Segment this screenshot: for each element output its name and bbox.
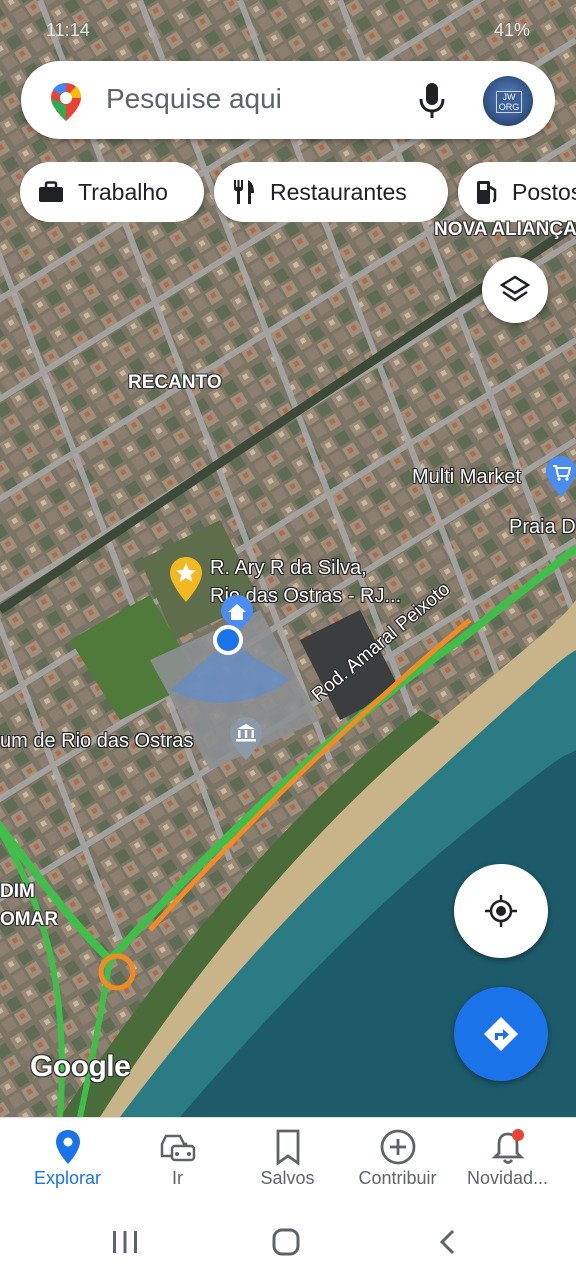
- starred-place-marker-icon[interactable]: [168, 556, 204, 604]
- bell-icon: [491, 1129, 524, 1164]
- my-location-button[interactable]: [454, 864, 548, 958]
- chip-label: Postos: [512, 178, 576, 205]
- chip-label: Trabalho: [78, 178, 168, 205]
- neighborhood-label: NOVA ALIANÇA: [434, 219, 576, 240]
- fork-knife-icon: [234, 180, 254, 204]
- home-icon[interactable]: [271, 1227, 301, 1257]
- neighborhood-label: OMAR: [0, 909, 59, 930]
- chip-label: Restaurantes: [270, 178, 407, 205]
- search-bar[interactable]: Pesquise aqui JW ORG: [21, 61, 555, 139]
- bottom-navigation: Explorar Ir Salvos Contribuir Novidad...: [0, 1117, 576, 1210]
- map-view[interactable]: 11:14 41% Pesquise aqui JWORG Trabalho: [0, 0, 576, 1117]
- tab-contribuir[interactable]: Contribuir: [340, 1118, 455, 1210]
- system-navigation-bar: [0, 1209, 576, 1280]
- google-maps-pin-icon: [51, 83, 81, 121]
- my-location-dot: [213, 625, 243, 655]
- neighborhood-label: RECANTO: [128, 372, 222, 393]
- museum-icon[interactable]: [228, 716, 264, 762]
- poi-praia-label[interactable]: Praia D: [509, 516, 576, 539]
- recent-apps-icon[interactable]: [110, 1228, 140, 1256]
- directions-icon: [484, 1017, 518, 1051]
- tab-label: Contribuir: [358, 1168, 437, 1188]
- directions-button[interactable]: [454, 987, 548, 1081]
- bookmark-icon: [276, 1129, 299, 1166]
- neighborhood-label: DIM: [0, 881, 35, 902]
- tab-ir[interactable]: Ir: [120, 1118, 235, 1210]
- chip-trabalho[interactable]: Trabalho: [20, 162, 204, 222]
- tab-label: Explorar: [33, 1168, 102, 1188]
- briefcase-icon: [39, 181, 63, 202]
- search-input[interactable]: Pesquise aqui: [106, 83, 282, 115]
- explore-pin-icon: [55, 1130, 80, 1164]
- chip-postos[interactable]: Postos: [458, 162, 576, 222]
- tab-label: Salvos: [260, 1168, 315, 1188]
- tab-novidades[interactable]: Novidad...: [450, 1118, 565, 1210]
- saved-place-label-line1[interactable]: R. Ary R da Silva,: [210, 557, 367, 580]
- status-time: 11:14: [46, 20, 90, 40]
- tab-salvos[interactable]: Salvos: [230, 1118, 345, 1210]
- tab-label: Ir: [172, 1168, 183, 1188]
- chip-restaurantes[interactable]: Restaurantes: [214, 162, 448, 222]
- battery-level: 41%: [493, 20, 530, 40]
- tab-explorar[interactable]: Explorar: [10, 1118, 125, 1210]
- jw-org-logo: JW ORG: [496, 91, 522, 113]
- shopping-cart-icon[interactable]: [544, 455, 576, 499]
- account-avatar[interactable]: JW ORG: [483, 76, 533, 126]
- add-circle-icon: [380, 1129, 415, 1165]
- google-attribution: Google: [30, 1050, 131, 1083]
- microphone-icon[interactable]: [417, 81, 447, 121]
- car-icon: [160, 1134, 195, 1162]
- layers-button[interactable]: [482, 257, 548, 323]
- category-chips: Trabalho Restaurantes Postos: [20, 162, 576, 222]
- poi-multi-market-label[interactable]: Multi Market: [412, 466, 521, 489]
- gas-station-icon: [477, 181, 497, 204]
- status-bar: 11:14 41%: [0, 14, 576, 46]
- tab-label: Novidad...: [466, 1168, 549, 1188]
- back-icon[interactable]: [436, 1228, 460, 1256]
- poi-museum-label[interactable]: um de Rio das Ostras: [0, 730, 193, 753]
- crosshair-icon: [485, 895, 517, 927]
- layers-icon: [499, 275, 531, 302]
